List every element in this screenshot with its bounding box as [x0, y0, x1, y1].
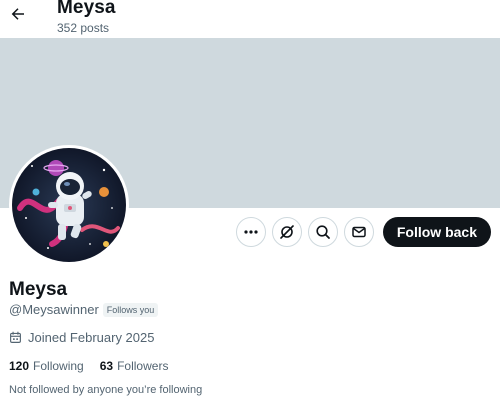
- search-profile-button[interactable]: [307, 217, 338, 247]
- search-icon: [316, 225, 330, 239]
- following-link[interactable]: 120 Following: [9, 359, 84, 373]
- message-button[interactable]: [343, 217, 374, 247]
- followers-label: Followers: [117, 359, 169, 373]
- follow-stats: 120 Following 63 Followers: [9, 359, 168, 373]
- joined-text: Joined February 2025: [28, 330, 155, 345]
- followers-link[interactable]: 63 Followers: [100, 359, 169, 373]
- avatar: [12, 148, 126, 262]
- not-followed-notice: Not followed by anyone you’re following: [9, 384, 203, 396]
- following-label: Following: [33, 359, 84, 373]
- grok-icon: [280, 225, 294, 239]
- profile-actions: Follow back: [235, 217, 491, 247]
- following-count: 120: [9, 359, 30, 373]
- back-button[interactable]: [6, 2, 30, 26]
- profile-header-bar: Meysa 352 posts: [0, 0, 500, 38]
- follow-back-button[interactable]: Follow back: [382, 217, 491, 247]
- envelope-icon: [352, 226, 366, 238]
- more-button[interactable]: [235, 217, 266, 247]
- profile-name: Meysa: [9, 279, 68, 300]
- astronaut-avatar-image: [12, 148, 126, 262]
- joined-date-row: Joined February 2025: [9, 330, 154, 345]
- header-title: Meysa: [57, 0, 116, 18]
- more-horizontal-icon: [244, 230, 258, 234]
- profile-handle: @Meysawinner: [9, 302, 99, 317]
- calendar-icon: [10, 331, 21, 343]
- followers-count: 63: [99, 359, 114, 373]
- header-post-count: 352 posts: [57, 21, 110, 35]
- avatar-frame[interactable]: [9, 145, 129, 265]
- arrow-left-icon: [11, 8, 24, 20]
- handle-row: @Meysawinner Follows you: [9, 302, 159, 317]
- follows-you-badge: Follows you: [102, 302, 159, 317]
- grok-button[interactable]: [271, 217, 302, 247]
